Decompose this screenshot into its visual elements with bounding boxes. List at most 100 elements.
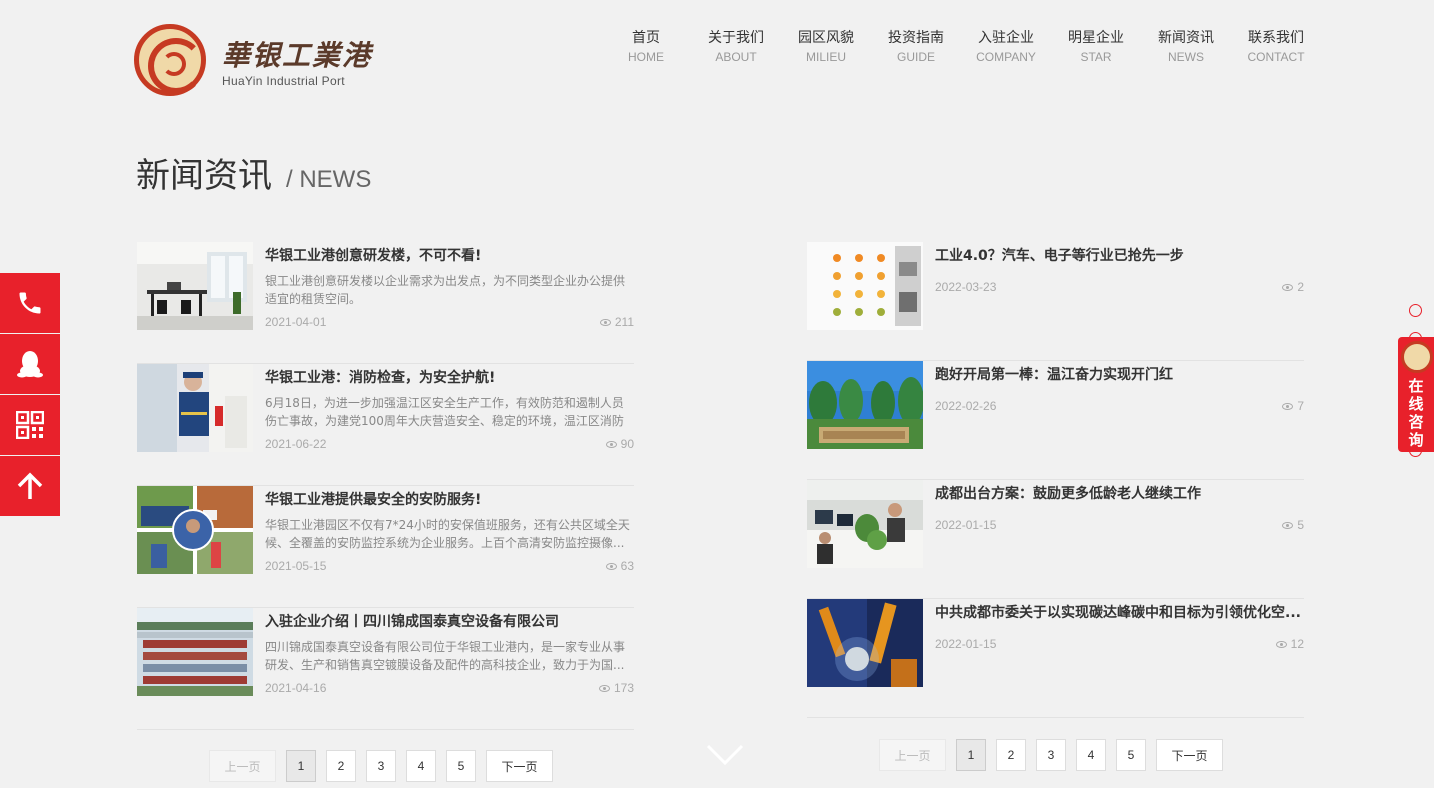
nav-label: 投资指南 (888, 30, 944, 46)
news-title[interactable]: 工业4.0？汽车、电子等行业已抢先一步 (935, 245, 1304, 265)
page-title: 新闻资讯 / NEWS (136, 148, 371, 197)
nav-home[interactable]: 首页 HOME (601, 28, 691, 64)
news-item[interactable]: 跑好开局第一棒：温江奋力实现开门红 2022-02-26 7 (807, 361, 1304, 480)
nav-sublabel: MILIEU (805, 50, 846, 64)
view-count: 90 (620, 437, 634, 451)
logo-en-text: HuaYin Industrial Port (222, 74, 345, 88)
news-thumbnail[interactable] (807, 361, 923, 449)
news-thumbnail[interactable] (807, 599, 923, 687)
news-item[interactable]: 入驻企业介绍丨四川锦成国泰真空设备有限公司 四川锦成国泰真空设备有限公司位于华银… (137, 608, 634, 730)
news-title[interactable]: 华银工业港提供最安全的安防服务! (265, 489, 634, 509)
nav-contact[interactable]: 联系我们 CONTACT (1231, 28, 1321, 64)
news-views: 12 (1275, 637, 1304, 651)
page-title-en: / NEWS (286, 166, 372, 193)
page-button-5[interactable]: 5 (1116, 739, 1146, 771)
news-desc: 四川锦成国泰真空设备有限公司位于华银工业港内，是一家专业从事研发、生产和销售真空… (265, 640, 626, 672)
news-thumbnail[interactable] (807, 480, 923, 568)
news-title[interactable]: 跑好开局第一棒：温江奋力实现开门红 (935, 364, 1304, 384)
logo-cn-text: 華银工業港 (222, 39, 373, 72)
online-consult-button[interactable]: 在线咨询 (1398, 337, 1434, 452)
page-button-4[interactable]: 4 (1076, 739, 1106, 771)
nav-label: 明星企业 (1068, 30, 1124, 46)
view-count: 5 (1297, 518, 1304, 532)
consult-char: 在 (1408, 377, 1424, 395)
page-button-1[interactable]: 1 (286, 750, 316, 782)
consult-logo-icon (1401, 341, 1433, 373)
news-desc: 6月18日，为进一步加强温江区安全生产工作，有效防范和遏制人员伤亡事故，为建党1… (265, 396, 624, 428)
page-button-4[interactable]: 4 (406, 750, 436, 782)
nav-label: 园区风貌 (798, 30, 854, 46)
news-thumbnail[interactable] (137, 364, 253, 452)
news-list-right: 工业4.0？汽车、电子等行业已抢先一步 2022-03-23 2 跑好开局第一棒… (807, 242, 1304, 718)
news-views: 2 (1282, 280, 1304, 294)
nav-about[interactable]: 关于我们 ABOUT (691, 28, 781, 64)
next-page-button[interactable]: 下一页 (1156, 739, 1223, 771)
consult-char: 线 (1408, 395, 1424, 413)
news-thumbnail[interactable] (137, 486, 253, 574)
news-thumbnail[interactable] (807, 242, 923, 330)
news-list-left: 华银工业港创意研发楼，不可不看! 银工业港创意研发楼以企业需求为出发点，为不同类… (137, 242, 634, 730)
section-dot[interactable] (1409, 304, 1422, 317)
phone-icon (19, 292, 41, 314)
news-item[interactable]: 华银工业港创意研发楼，不可不看! 银工业港创意研发楼以企业需求为出发点，为不同类… (137, 242, 634, 364)
news-item[interactable]: 中共成都市委关于以实现碳达峰碳中和目标为引领优化空... 2022-01-15 … (807, 599, 1304, 718)
news-views: 63 (605, 559, 634, 573)
site-logo[interactable]: 華银工業港 HuaYin Industrial Port (134, 24, 374, 98)
view-count: 173 (613, 681, 634, 695)
prev-page-button[interactable]: 上一页 (209, 750, 276, 782)
news-views: 5 (1282, 518, 1304, 532)
scroll-down-chevron-icon[interactable] (706, 744, 744, 770)
eye-icon (1275, 640, 1287, 648)
consult-label: 在线咨询 (1398, 377, 1434, 449)
news-item[interactable]: 成都出台方案：鼓励更多低龄老人继续工作 2022-01-15 5 (807, 480, 1304, 599)
page-button-3[interactable]: 3 (366, 750, 396, 782)
page-button-3[interactable]: 3 (1036, 739, 1066, 771)
news-title[interactable]: 入驻企业介绍丨四川锦成国泰真空设备有限公司 (265, 611, 634, 631)
news-title[interactable]: 华银工业港创意研发楼，不可不看! (265, 245, 634, 265)
nav-guide[interactable]: 投资指南 GUIDE (871, 28, 961, 64)
page-button-2[interactable]: 2 (326, 750, 356, 782)
eye-icon (605, 440, 617, 448)
news-date: 2021-06-22 (265, 437, 327, 451)
nav-company[interactable]: 入驻企业 COMPANY (961, 28, 1051, 64)
nav-news[interactable]: 新闻资讯 NEWS (1141, 28, 1231, 64)
news-thumbnail[interactable] (137, 242, 253, 330)
news-date: 2022-01-15 (935, 518, 997, 532)
back-to-top-button[interactable] (0, 456, 60, 516)
news-date: 2021-04-01 (265, 315, 327, 329)
nav-sublabel: CONTACT (1247, 50, 1305, 64)
news-thumbnail[interactable] (137, 608, 253, 696)
arrow-up-icon (17, 472, 43, 499)
nav-label: 入驻企业 (978, 30, 1034, 46)
eye-icon (598, 684, 610, 692)
page-button-2[interactable]: 2 (996, 739, 1026, 771)
phone-button[interactable] (0, 273, 60, 333)
news-title[interactable]: 中共成都市委关于以实现碳达峰碳中和目标为引领优化空... (935, 602, 1304, 622)
main-nav: 首页 HOME 关于我们 ABOUT 园区风貌 MILIEU 投资指南 GUIDE 入驻… (601, 28, 1321, 64)
news-item[interactable]: 华银工业港提供最安全的安防服务! 华银工业港园区不仅有7*24小时的安保值班服务… (137, 486, 634, 608)
qrcode-button[interactable] (0, 395, 60, 455)
eye-icon (605, 562, 617, 570)
news-date: 2021-05-15 (265, 559, 327, 573)
next-page-button[interactable]: 下一页 (486, 750, 553, 782)
news-views: 211 (599, 315, 634, 329)
nav-milieu[interactable]: 园区风貌 MILIEU (781, 28, 871, 64)
news-item[interactable]: 华银工业港：消防检查，为安全护航! 6月18日，为进一步加强温江区安全生产工作，… (137, 364, 634, 486)
pagination-right: 上一页 1 2 3 4 5 下一页 (879, 739, 1223, 771)
view-count: 63 (620, 559, 634, 573)
news-item[interactable]: 工业4.0？汽车、电子等行业已抢先一步 2022-03-23 2 (807, 242, 1304, 361)
qq-button[interactable] (0, 334, 60, 394)
eye-icon (1282, 283, 1294, 291)
eye-icon (599, 318, 611, 326)
eye-icon (1282, 402, 1294, 410)
page-button-5[interactable]: 5 (446, 750, 476, 782)
nav-label: 联系我们 (1248, 30, 1304, 46)
news-title[interactable]: 华银工业港：消防检查，为安全护航! (265, 367, 634, 387)
page-button-1[interactable]: 1 (956, 739, 986, 771)
prev-page-button[interactable]: 上一页 (879, 739, 946, 771)
logo-emblem-icon (134, 24, 206, 96)
nav-sublabel: GUIDE (896, 50, 935, 64)
news-title[interactable]: 成都出台方案：鼓励更多低龄老人继续工作 (935, 483, 1304, 503)
qq-icon (17, 351, 43, 378)
nav-star[interactable]: 明星企业 STAR (1051, 28, 1141, 64)
